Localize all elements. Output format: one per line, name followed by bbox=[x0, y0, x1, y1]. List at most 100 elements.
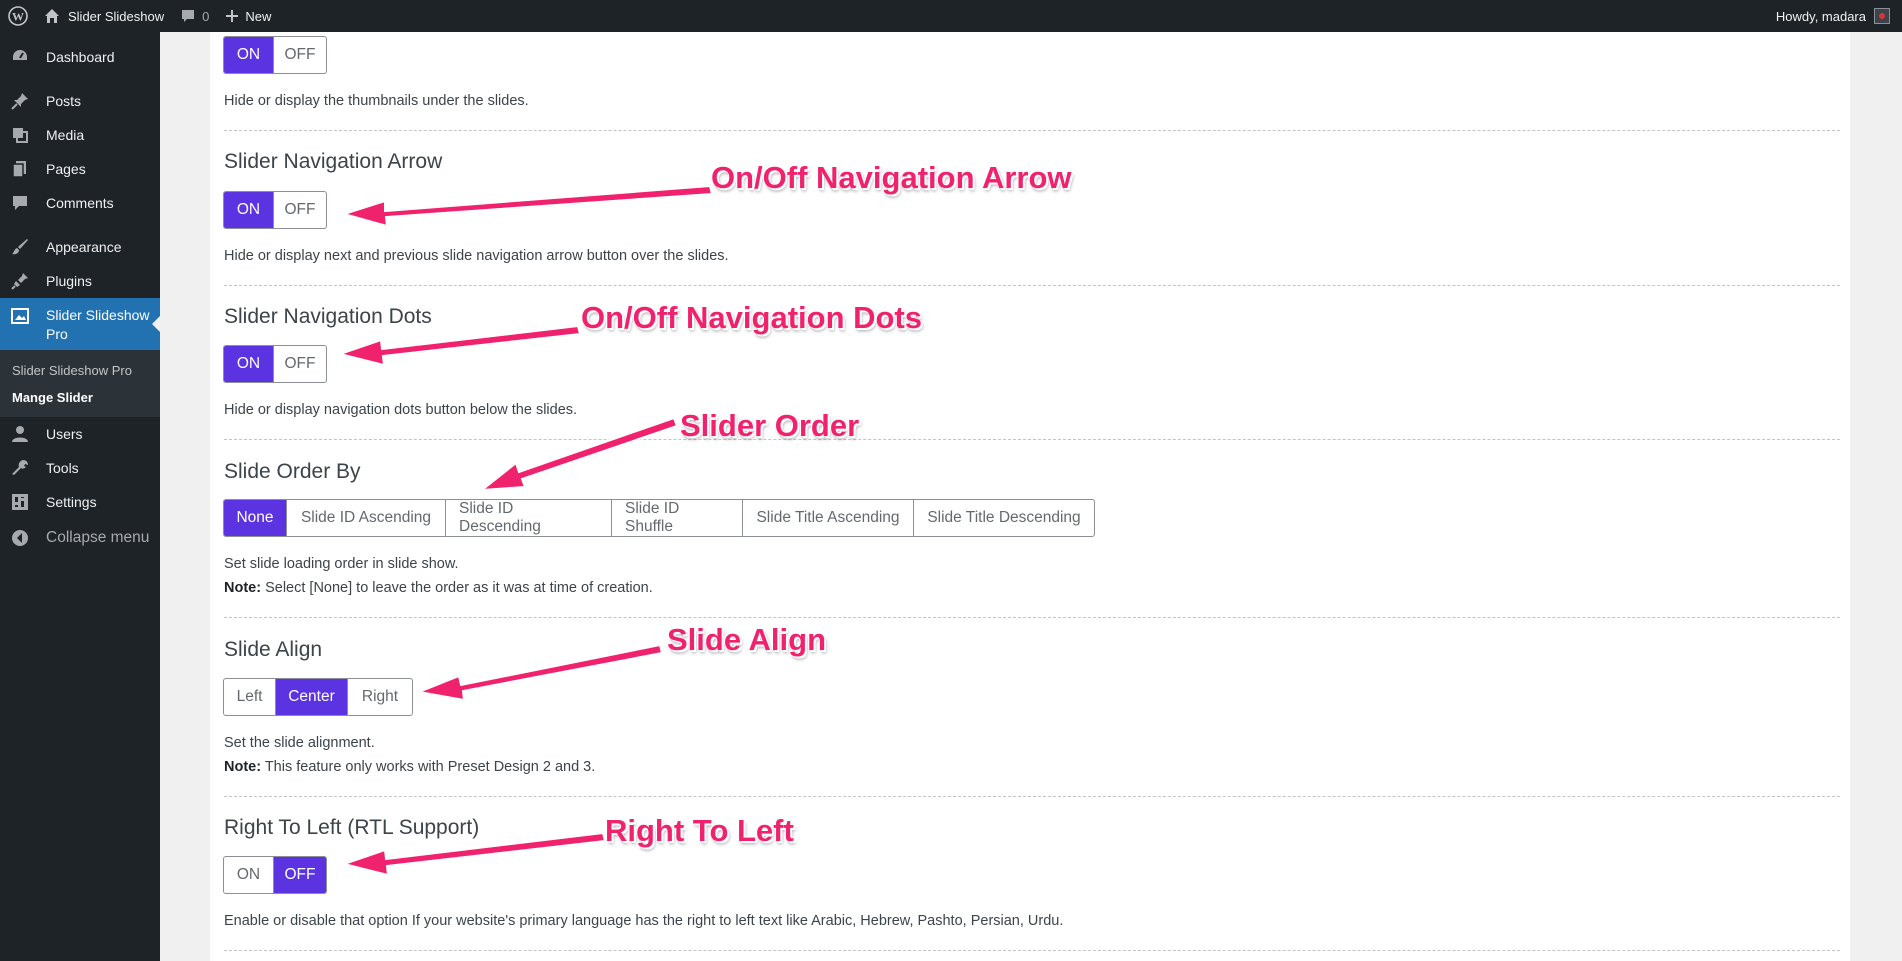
sidebar-item-label: Collapse menu bbox=[46, 529, 150, 546]
align-left-button[interactable]: Left bbox=[224, 679, 276, 715]
plus-icon bbox=[226, 10, 239, 22]
sidebar-item-label: Users bbox=[46, 426, 83, 442]
sidebar-item-pages[interactable]: Pages bbox=[0, 152, 160, 186]
sidebar-item-label: Media bbox=[46, 127, 85, 143]
wrench-icon bbox=[10, 458, 30, 478]
divider bbox=[224, 285, 1840, 286]
comment-icon bbox=[10, 193, 30, 213]
nav-dots-on-button[interactable]: ON bbox=[224, 346, 274, 382]
site-name: Slider Slideshow bbox=[68, 8, 165, 24]
order-id-asc-button[interactable]: Slide ID Ascending bbox=[287, 500, 446, 536]
rtl-title: Right To Left (RTL Support) bbox=[224, 816, 480, 839]
nav-arrow-off-button[interactable]: OFF bbox=[274, 192, 326, 228]
divider bbox=[224, 617, 1840, 618]
nav-arrow-toggle: ON OFF bbox=[223, 191, 327, 229]
annotation-rtl: Right To Left bbox=[605, 813, 794, 848]
sidebar-item-tools[interactable]: Tools bbox=[0, 451, 160, 485]
divider bbox=[224, 796, 1840, 797]
annotation-nav-arrow: On/Off Navigation Arrow bbox=[711, 160, 1072, 195]
sidebar-item-label: Dashboard bbox=[46, 49, 115, 65]
sidebar-submenu: Slider Slideshow Pro Mange Slider bbox=[0, 350, 160, 417]
divider bbox=[224, 130, 1840, 131]
sidebar-item-dashboard[interactable]: Dashboard bbox=[0, 40, 160, 74]
sidebar-item-media[interactable]: Media bbox=[0, 118, 160, 152]
collapse-menu-button[interactable]: Collapse menu bbox=[0, 521, 160, 555]
sidebar-item-users[interactable]: Users bbox=[0, 417, 160, 451]
sidebar-item-posts[interactable]: Posts bbox=[0, 84, 160, 118]
site-name-link[interactable]: Slider Slideshow bbox=[36, 0, 172, 32]
note-label: Note: bbox=[224, 580, 262, 596]
annotation-align: Slide Align bbox=[667, 622, 827, 657]
comments-count: 0 bbox=[202, 8, 210, 24]
home-icon bbox=[45, 9, 59, 23]
pin-icon bbox=[10, 91, 30, 111]
new-content-link[interactable]: New bbox=[217, 0, 279, 32]
align-description: Set the slide alignment. bbox=[224, 735, 375, 751]
sidebar-item-slider-slideshow-pro[interactable]: Slider Slideshow Pro bbox=[0, 298, 160, 350]
align-buttons: Left Center Right bbox=[223, 678, 413, 716]
sidebar-item-settings[interactable]: Settings bbox=[0, 485, 160, 519]
sidebar-item-label: Comments bbox=[46, 195, 114, 211]
collapse-icon bbox=[10, 528, 30, 548]
howdy-text: Howdy, madara bbox=[1775, 8, 1866, 24]
user-icon bbox=[10, 424, 30, 444]
rtl-off-button[interactable]: OFF bbox=[274, 857, 326, 893]
order-by-note: Note: Select [None] to leave the order a… bbox=[224, 580, 653, 596]
order-by-title: Slide Order By bbox=[224, 460, 361, 483]
rtl-toggle: ON OFF bbox=[223, 856, 327, 894]
rtl-description: Enable or disable that option If your we… bbox=[224, 913, 1064, 929]
sidebar-item-label: Appearance bbox=[46, 239, 122, 255]
thumbnails-description: Hide or display the thumbnails under the… bbox=[224, 93, 529, 109]
order-id-shuffle-button[interactable]: Slide ID Shuffle bbox=[612, 500, 743, 536]
svg-text:W: W bbox=[12, 10, 24, 24]
thumbnails-toggle: ON OFF bbox=[223, 36, 327, 74]
sidebar-item-plugins[interactable]: Plugins bbox=[0, 264, 160, 298]
divider bbox=[224, 950, 1840, 951]
comments-link[interactable]: 0 bbox=[172, 0, 217, 32]
dashboard-icon bbox=[10, 47, 30, 67]
submenu-item-slider-slideshow-pro[interactable]: Slider Slideshow Pro bbox=[0, 357, 160, 384]
admin-sidebar: Dashboard Posts Media Pages Comments App… bbox=[0, 32, 160, 961]
paintbrush-icon bbox=[10, 237, 30, 257]
note-text: This feature only works with Preset Desi… bbox=[261, 759, 596, 775]
order-title-asc-button[interactable]: Slide Title Ascending bbox=[743, 500, 914, 536]
avatar bbox=[1874, 8, 1890, 24]
order-none-button[interactable]: None bbox=[224, 500, 287, 536]
plugin-icon bbox=[10, 271, 30, 291]
submenu-item-mange-slider[interactable]: Mange Slider bbox=[0, 384, 160, 411]
sidebar-item-label: Posts bbox=[46, 93, 82, 109]
nav-dots-title: Slider Navigation Dots bbox=[224, 305, 432, 328]
sidebar-item-label: Settings bbox=[46, 494, 97, 510]
wordpress-logo-icon[interactable]: W bbox=[0, 0, 36, 32]
align-center-button[interactable]: Center bbox=[276, 679, 348, 715]
new-label: New bbox=[245, 8, 272, 24]
nav-dots-off-button[interactable]: OFF bbox=[274, 346, 326, 382]
nav-dots-description: Hide or display navigation dots button b… bbox=[224, 402, 578, 418]
align-note: Note: This feature only works with Prese… bbox=[224, 759, 595, 775]
annotation-nav-dots: On/Off Navigation Dots bbox=[581, 300, 922, 335]
sidebar-item-label: Tools bbox=[46, 460, 79, 476]
media-icon bbox=[10, 125, 30, 145]
divider bbox=[224, 439, 1840, 440]
order-id-desc-button[interactable]: Slide ID Descending bbox=[446, 500, 612, 536]
align-title: Slide Align bbox=[224, 638, 323, 661]
order-title-desc-button[interactable]: Slide Title Descending bbox=[914, 500, 1094, 536]
nav-dots-toggle: ON OFF bbox=[223, 345, 327, 383]
rtl-on-button[interactable]: ON bbox=[224, 857, 274, 893]
thumbnails-off-button[interactable]: OFF bbox=[274, 37, 326, 73]
sidebar-item-comments[interactable]: Comments bbox=[0, 186, 160, 220]
nav-arrow-description: Hide or display next and previous slide … bbox=[224, 248, 729, 264]
align-right-button[interactable]: Right bbox=[348, 679, 412, 715]
my-account-link[interactable]: Howdy, madara bbox=[1768, 0, 1902, 32]
comment-bubble-icon bbox=[182, 10, 195, 22]
nav-arrow-on-button[interactable]: ON bbox=[224, 192, 274, 228]
sidebar-item-label: Pages bbox=[46, 161, 86, 177]
thumbnails-on-button[interactable]: ON bbox=[224, 37, 274, 73]
sidebar-item-label: Plugins bbox=[46, 273, 92, 289]
nav-arrow-title: Slider Navigation Arrow bbox=[224, 150, 443, 173]
note-label: Note: bbox=[224, 759, 262, 775]
settings-icon bbox=[10, 492, 30, 512]
note-text: Select [None] to leave the order as it w… bbox=[261, 580, 653, 596]
sidebar-item-appearance[interactable]: Appearance bbox=[0, 230, 160, 264]
sidebar-item-label: Slider Slideshow Pro bbox=[46, 307, 150, 342]
